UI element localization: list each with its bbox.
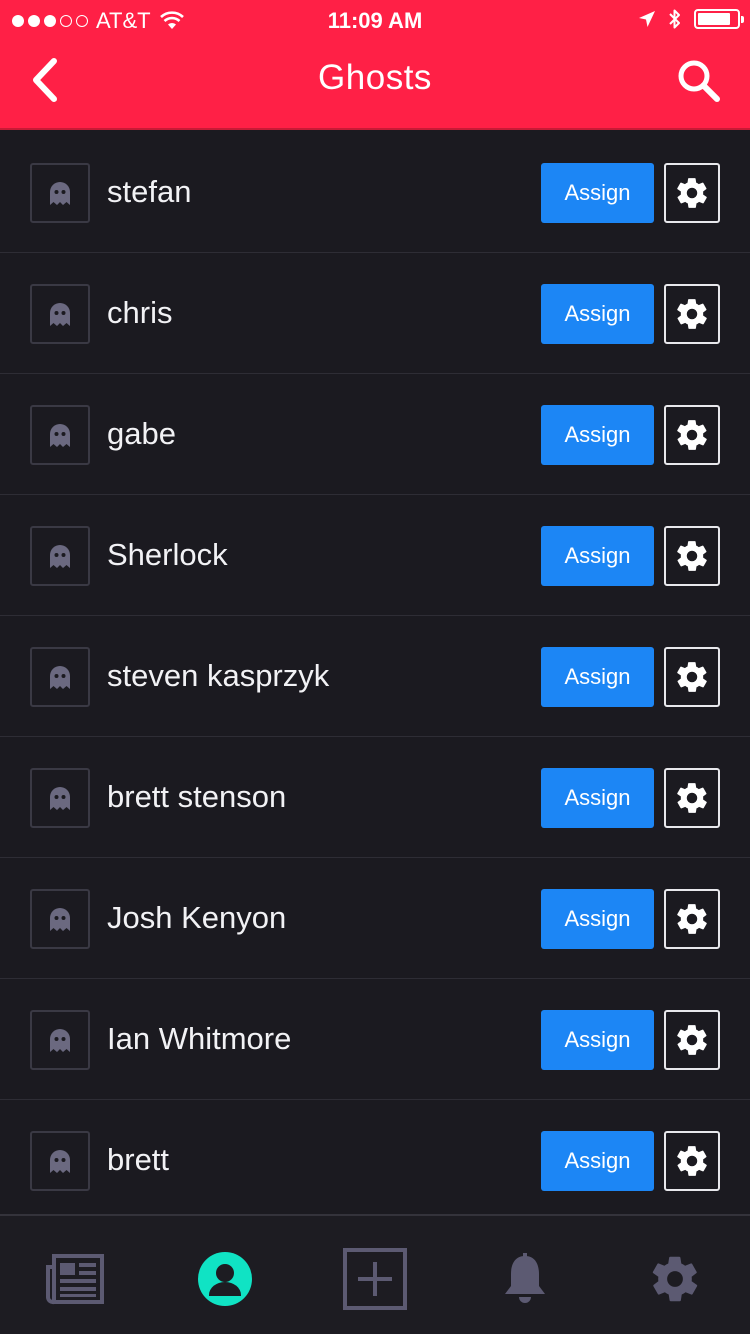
- page-title: Ghosts: [318, 58, 432, 97]
- ghost-settings-button[interactable]: [664, 1131, 720, 1191]
- ghost-icon: [50, 908, 70, 931]
- ghost-avatar: [30, 647, 90, 707]
- ghost-settings-button[interactable]: [664, 889, 720, 949]
- ghost-settings-button[interactable]: [664, 526, 720, 586]
- gear-icon: [677, 1146, 707, 1176]
- ghost-settings-button[interactable]: [664, 768, 720, 828]
- ghost-icon: [50, 303, 70, 326]
- ghost-list: stefan Assign chris Assign gabe Assign Sherloc…: [0, 132, 750, 1221]
- location-arrow-icon: [639, 11, 655, 27]
- ghost-avatar: [30, 526, 90, 586]
- assign-button[interactable]: Assign: [541, 647, 654, 707]
- tab-add[interactable]: [340, 1244, 410, 1314]
- bluetooth-icon: [669, 9, 680, 29]
- gear-icon: [652, 1256, 698, 1302]
- ghost-avatar: [30, 405, 90, 465]
- ghost-avatar: [30, 1010, 90, 1070]
- ghost-row[interactable]: brett stenson Assign: [0, 737, 750, 858]
- ghost-row[interactable]: gabe Assign: [0, 374, 750, 495]
- ghost-avatar: [30, 163, 90, 223]
- ghost-settings-button[interactable]: [664, 647, 720, 707]
- assign-button[interactable]: Assign: [541, 163, 654, 223]
- tab-news[interactable]: [40, 1244, 110, 1314]
- battery-icon: [694, 9, 744, 29]
- ghost-row[interactable]: brett Assign: [0, 1100, 750, 1221]
- ghost-settings-button[interactable]: [664, 1010, 720, 1070]
- gear-icon: [677, 299, 707, 329]
- ghost-name: gabe: [107, 416, 176, 451]
- assign-button[interactable]: Assign: [541, 405, 654, 465]
- assign-button[interactable]: Assign: [541, 889, 654, 949]
- ghost-avatar: [30, 284, 90, 344]
- ghost-icon: [50, 787, 70, 810]
- ghost-settings-button[interactable]: [664, 284, 720, 344]
- assign-button[interactable]: Assign: [541, 1131, 654, 1191]
- ghost-name: brett stenson: [107, 779, 287, 814]
- ghost-icon: [50, 666, 70, 689]
- ghost-name: brett: [107, 1142, 170, 1177]
- gear-icon: [677, 541, 707, 571]
- ghost-avatar: [30, 768, 90, 828]
- ghost-name: steven kasprzyk: [107, 658, 330, 693]
- profile-icon: [198, 1252, 252, 1306]
- tab-profile[interactable]: [190, 1244, 260, 1314]
- ghost-settings-button[interactable]: [664, 163, 720, 223]
- ghost-avatar: [30, 889, 90, 949]
- ghost-name: stefan: [107, 174, 192, 209]
- ghost-icon: [50, 182, 70, 205]
- ghost-settings-button[interactable]: [664, 405, 720, 465]
- ghost-icon: [50, 424, 70, 447]
- bell-icon: [505, 1253, 545, 1303]
- gear-icon: [677, 783, 707, 813]
- ghost-avatar: [30, 1131, 90, 1191]
- newspaper-icon: [46, 1254, 104, 1305]
- tab-notifications[interactable]: [490, 1244, 560, 1314]
- ghost-icon: [50, 545, 70, 568]
- search-icon: [678, 60, 720, 102]
- assign-button[interactable]: Assign: [541, 526, 654, 586]
- ghost-row[interactable]: stefan Assign: [0, 132, 750, 253]
- nav-header: AT&T 11:09 AM Ghosts: [0, 0, 750, 130]
- gear-icon: [677, 178, 707, 208]
- assign-button[interactable]: Assign: [541, 768, 654, 828]
- ghost-row[interactable]: steven kasprzyk Assign: [0, 616, 750, 737]
- gear-icon: [677, 1025, 707, 1055]
- assign-button[interactable]: Assign: [541, 284, 654, 344]
- status-bar: AT&T 11:09 AM: [0, 0, 750, 40]
- gear-icon: [677, 662, 707, 692]
- battery-level: [698, 13, 730, 25]
- ghost-icon: [50, 1150, 70, 1173]
- ghost-row[interactable]: Sherlock Assign: [0, 495, 750, 616]
- gear-icon: [677, 420, 707, 450]
- assign-button[interactable]: Assign: [541, 1010, 654, 1070]
- search-button[interactable]: [676, 58, 722, 104]
- ghost-name: chris: [107, 295, 173, 330]
- battery-nub: [741, 16, 744, 23]
- ghost-row[interactable]: Ian Whitmore Assign: [0, 979, 750, 1100]
- gear-icon: [677, 904, 707, 934]
- ghost-name: Josh Kenyon: [107, 900, 287, 935]
- add-icon: [343, 1248, 407, 1310]
- tab-settings[interactable]: [640, 1244, 710, 1314]
- status-right: [638, 8, 744, 30]
- tab-bar: [0, 1214, 750, 1334]
- ghost-row[interactable]: Josh Kenyon Assign: [0, 858, 750, 979]
- ghost-name: Sherlock: [107, 537, 228, 572]
- ghost-row[interactable]: chris Assign: [0, 253, 750, 374]
- ghost-name: Ian Whitmore: [107, 1021, 292, 1056]
- ghost-icon: [50, 1029, 70, 1052]
